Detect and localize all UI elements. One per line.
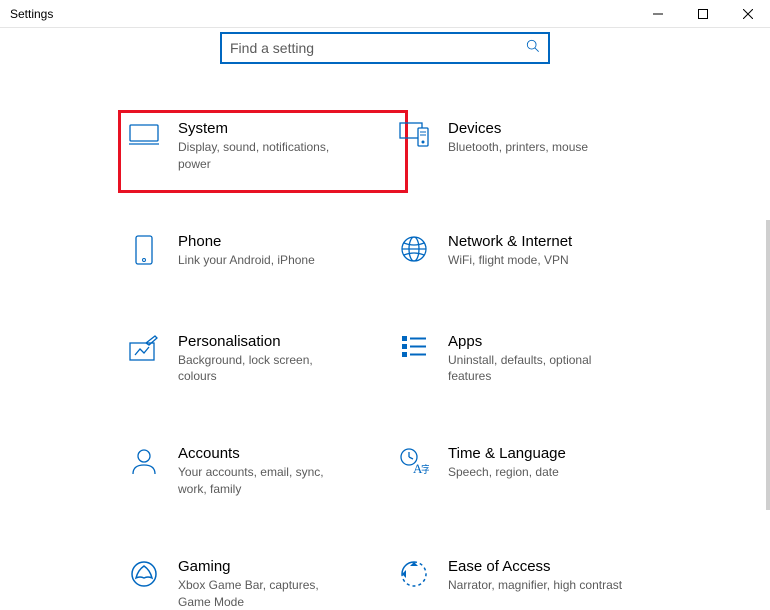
- search-wrap: [0, 32, 770, 64]
- network-icon: [398, 233, 430, 273]
- window-title: Settings: [10, 7, 53, 21]
- category-subtitle: Xbox Game Bar, captures, Game Mode: [178, 577, 353, 610]
- category-gaming[interactable]: Gaming Xbox Game Bar, captures, Game Mod…: [128, 558, 398, 610]
- category-subtitle: Display, sound, notifications, power: [178, 139, 353, 173]
- category-devices[interactable]: Devices Bluetooth, printers, mouse: [398, 120, 668, 173]
- category-personalisation[interactable]: Personalisation Background, lock screen,…: [128, 333, 398, 386]
- category-title: Phone: [178, 233, 315, 250]
- category-title: Personalisation: [178, 333, 353, 350]
- content: System Display, sound, notifications, po…: [0, 28, 770, 610]
- accounts-icon: [128, 445, 160, 485]
- category-subtitle: Uninstall, defaults, optional features: [448, 352, 623, 386]
- category-network[interactable]: Network & Internet WiFi, flight mode, VP…: [398, 233, 668, 273]
- ease-of-access-icon: [398, 558, 430, 598]
- system-icon: [128, 120, 160, 160]
- category-subtitle: WiFi, flight mode, VPN: [448, 252, 572, 269]
- category-ease-of-access[interactable]: Ease of Access Narrator, magnifier, high…: [398, 558, 668, 610]
- category-subtitle: Bluetooth, printers, mouse: [448, 139, 588, 156]
- category-apps[interactable]: Apps Uninstall, defaults, optional featu…: [398, 333, 668, 386]
- category-title: Apps: [448, 333, 623, 350]
- category-title: Gaming: [178, 558, 353, 575]
- maximize-button[interactable]: [680, 0, 725, 28]
- devices-icon: [398, 120, 430, 160]
- svg-text:字: 字: [421, 463, 429, 475]
- category-subtitle: Speech, region, date: [448, 464, 566, 481]
- time-language-icon: A字: [398, 445, 430, 485]
- search-icon: [526, 39, 540, 58]
- category-subtitle: Background, lock screen, colours: [178, 352, 353, 386]
- category-phone[interactable]: Phone Link your Android, iPhone: [128, 233, 398, 273]
- apps-icon: [398, 333, 430, 373]
- settings-grid: System Display, sound, notifications, po…: [0, 120, 770, 610]
- personalisation-icon: [128, 333, 160, 373]
- gaming-icon: [128, 558, 160, 598]
- category-title: Time & Language: [448, 445, 566, 462]
- category-subtitle: Narrator, magnifier, high contrast: [448, 577, 622, 594]
- category-subtitle: Your accounts, email, sync, work, family: [178, 464, 353, 498]
- category-title: Ease of Access: [448, 558, 622, 575]
- category-time-language[interactable]: A字 Time & Language Speech, region, date: [398, 445, 668, 498]
- category-accounts[interactable]: Accounts Your accounts, email, sync, wor…: [128, 445, 398, 498]
- category-system[interactable]: System Display, sound, notifications, po…: [118, 110, 408, 193]
- category-title: Accounts: [178, 445, 353, 462]
- category-subtitle: Link your Android, iPhone: [178, 252, 315, 269]
- close-button[interactable]: [725, 0, 770, 28]
- phone-icon: [128, 233, 160, 273]
- search-input[interactable]: [230, 40, 526, 56]
- window-controls: [635, 0, 770, 28]
- titlebar: Settings: [0, 0, 770, 28]
- category-title: System: [178, 120, 353, 137]
- search-box[interactable]: [220, 32, 550, 64]
- category-title: Devices: [448, 120, 588, 137]
- minimize-button[interactable]: [635, 0, 680, 28]
- scrollbar[interactable]: [766, 220, 770, 510]
- category-title: Network & Internet: [448, 233, 572, 250]
